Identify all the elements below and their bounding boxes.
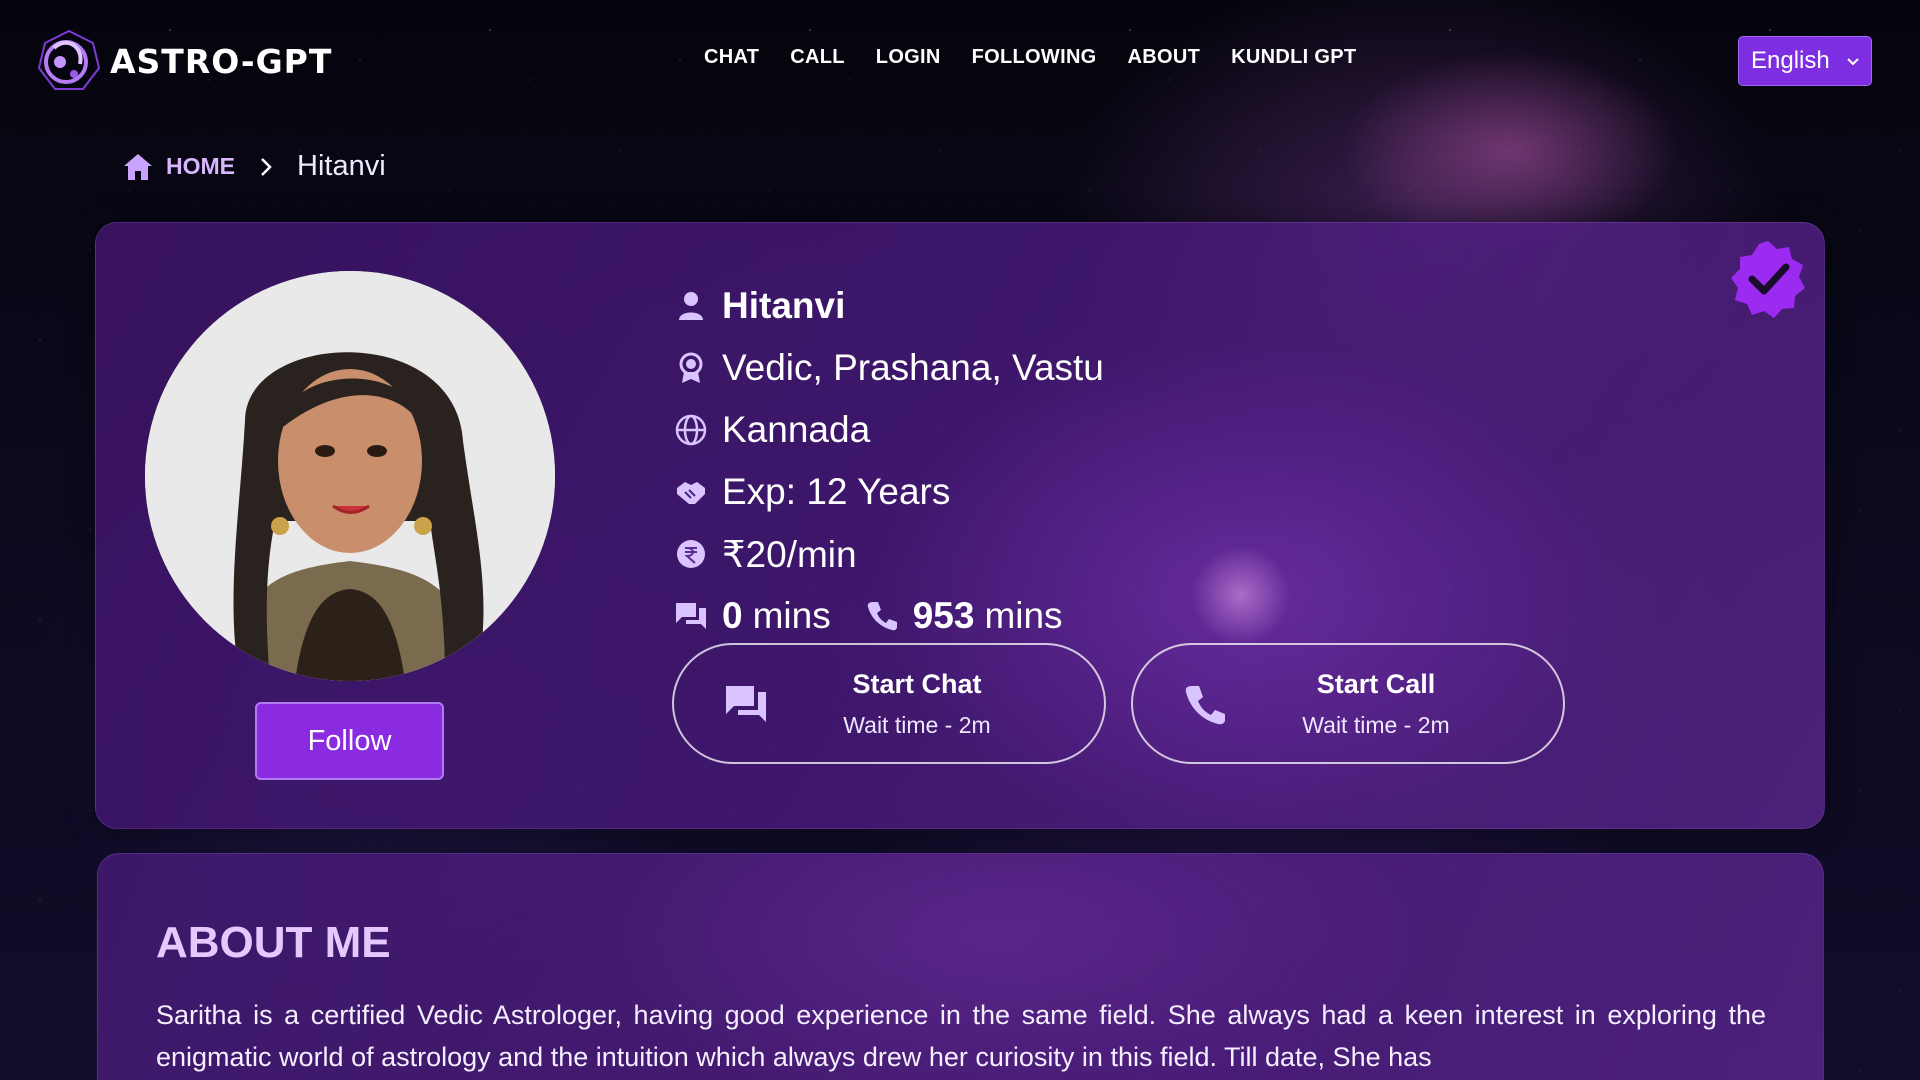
phone-icon [867,602,897,631]
award-icon [674,351,708,385]
astrologer-language: Kannada [722,409,871,450]
start-call-label: Start Call [1316,668,1436,699]
astro-logo-icon [37,29,101,90]
breadcrumb: HOME Hitanvi [122,150,386,183]
chat-minutes: 0 mins [674,595,831,637]
call-minutes-unit: mins [984,595,1063,636]
astrologer-avatar [145,271,555,681]
experience-row: Exp: 12 Years [674,461,1104,523]
language-select[interactable]: English [1738,36,1872,86]
chevron-right-icon [261,157,272,176]
start-call-button[interactable]: Start Call Wait time - 2m [1131,643,1565,764]
start-chat-button[interactable]: Start Chat Wait time - 2m [672,643,1106,764]
start-call-wait: Wait time - 2m [1302,711,1450,738]
chat-icon [726,685,766,722]
brand-logo[interactable]: ASTRO-GPT [36,28,332,94]
start-chat-text: Start Chat Wait time - 2m [770,669,1064,739]
call-minutes-value: 953 [912,595,975,636]
nav-following[interactable]: FOLLOWING [972,46,1097,69]
globe-icon [674,413,708,447]
name-row: Hitanvi [674,275,1104,337]
avatar-photo [145,271,555,681]
profile-card: Follow Hitanvi Vedic, Prashana, Vastu Ka… [95,222,1825,829]
about-text: Saritha is a certified Vedic Astrologer,… [156,1000,1766,1072]
nav-kundli-gpt[interactable]: KUNDLI GPT [1231,46,1356,69]
astrologer-experience: Exp: 12 Years [722,471,951,512]
rupee-icon [674,537,708,571]
handshake-icon [674,475,708,509]
start-call-text: Start Call Wait time - 2m [1229,669,1523,739]
language-selected: English [1751,47,1830,74]
follow-button[interactable]: Follow [255,702,444,780]
profile-info: Hitanvi Vedic, Prashana, Vastu Kannada E… [674,275,1104,647]
chevron-down-icon [1847,58,1859,66]
phone-icon [1185,685,1225,724]
about-card: ABOUT ME Saritha is a certified Vedic As… [97,853,1824,1080]
astrologer-rate: ₹20/min [722,533,857,575]
rate-row: ₹20/min [674,523,1104,585]
minutes-row: 0 mins 953 mins [674,585,1104,647]
chat-icon [676,603,706,629]
astrologer-name: Hitanvi [722,285,846,326]
user-icon [674,289,708,323]
language-row: Kannada [674,399,1104,461]
verified-badge-icon [1731,241,1805,318]
top-header: ASTRO-GPT CHAT CALL LOGIN FOLLOWING ABOU… [0,0,1920,120]
main-nav: CHAT CALL LOGIN FOLLOWING ABOUT KUNDLI G… [704,46,1356,69]
brand-name: ASTRO-GPT [110,41,333,81]
call-minutes: 953 mins [865,595,1063,637]
nav-login[interactable]: LOGIN [876,46,941,69]
chat-minutes-unit: mins [752,595,831,636]
start-chat-wait: Wait time - 2m [843,711,991,738]
nav-call[interactable]: CALL [790,46,845,69]
about-title: ABOUT ME [156,918,391,967]
breadcrumb-home[interactable]: HOME [166,153,235,180]
astrologer-skills: Vedic, Prashana, Vastu [722,347,1104,388]
home-icon[interactable] [122,151,154,183]
start-chat-label: Start Chat [852,668,982,699]
chat-minutes-value: 0 [722,595,743,636]
skills-row: Vedic, Prashana, Vastu [674,337,1104,399]
nav-chat[interactable]: CHAT [704,46,759,69]
nav-about[interactable]: ABOUT [1128,46,1201,69]
breadcrumb-current: Hitanvi [297,150,386,182]
